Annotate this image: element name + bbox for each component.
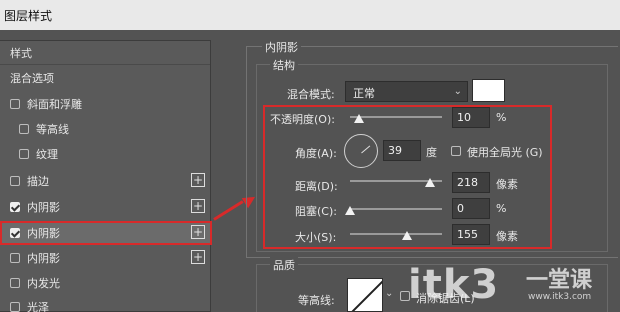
- chevron-down-icon[interactable]: ⌄: [385, 280, 396, 310]
- add-stroke-button[interactable]: +: [191, 173, 205, 187]
- choke-slider-thumb[interactable]: [345, 206, 355, 215]
- antialias-label: 消除锯齿(L): [416, 292, 475, 305]
- add-inner-shadow-1-button[interactable]: +: [191, 199, 205, 213]
- inner-shadow-title: 内阴影: [262, 39, 301, 55]
- chevron-down-icon: ⌄: [453, 86, 462, 97]
- size-slider-thumb[interactable]: [402, 231, 413, 240]
- checkbox-stroke[interactable]: [10, 176, 20, 186]
- angle-dial-icon[interactable]: [344, 134, 378, 168]
- blend-options-item[interactable]: 混合选项: [0, 66, 210, 90]
- distance-label: 距离(D):: [295, 180, 338, 193]
- angle-unit: 度: [426, 146, 437, 159]
- checkbox-inner-shadow-3[interactable]: [10, 253, 20, 263]
- choke-unit: %: [496, 202, 507, 215]
- opacity-slider-thumb[interactable]: [354, 114, 365, 123]
- contour-label: 等高线:: [298, 294, 335, 307]
- checkbox-inner-shadow-1[interactable]: [10, 202, 20, 212]
- style-item-stroke[interactable]: 描边 +: [0, 169, 210, 193]
- global-light-checkbox[interactable]: [451, 146, 461, 156]
- contour-preview[interactable]: [347, 278, 383, 312]
- blend-mode-select[interactable]: 正常 ⌄: [345, 81, 468, 102]
- add-inner-shadow-2-button[interactable]: +: [191, 225, 205, 239]
- highlight-arrow-shaft: [213, 200, 244, 221]
- angle-label: 角度(A):: [295, 147, 337, 160]
- checkbox-texture[interactable]: [19, 149, 29, 159]
- size-slider-track[interactable]: [350, 233, 442, 235]
- dialog-title-bar: 图层样式: [0, 0, 620, 30]
- style-item-inner-shadow-2[interactable]: 内阴影 +: [0, 221, 210, 245]
- checkbox-inner-shadow-2[interactable]: [10, 228, 20, 238]
- size-unit: 像素: [496, 230, 518, 243]
- checkbox-satin[interactable]: [10, 302, 20, 312]
- choke-slider-track[interactable]: [350, 208, 442, 210]
- style-item-contour[interactable]: 等高线: [0, 117, 210, 141]
- choke-label: 阻塞(C):: [295, 205, 337, 218]
- distance-unit: 像素: [496, 178, 518, 191]
- style-item-bevel-emboss[interactable]: 斜面和浮雕: [0, 92, 210, 116]
- quality-title: 品质: [270, 257, 298, 273]
- antialias-checkbox[interactable]: [400, 291, 410, 301]
- dialog-title: 图层样式: [4, 9, 53, 23]
- blend-mode-label: 混合模式:: [287, 88, 335, 101]
- style-item-inner-shadow-1[interactable]: 内阴影 +: [0, 195, 210, 219]
- style-item-inner-shadow-3[interactable]: 内阴影 +: [0, 246, 210, 270]
- checkbox-contour[interactable]: [19, 124, 29, 134]
- checkbox-inner-glow[interactable]: [10, 278, 20, 288]
- shadow-color-swatch[interactable]: [472, 79, 505, 102]
- size-label: 大小(S):: [295, 231, 337, 244]
- global-light-label: 使用全局光 (G): [467, 146, 543, 159]
- style-item-inner-glow[interactable]: 内发光: [0, 271, 210, 295]
- structure-title: 结构: [270, 57, 298, 73]
- distance-slider-thumb[interactable]: [425, 178, 436, 187]
- opacity-input[interactable]: 10: [452, 107, 490, 128]
- opacity-unit: %: [496, 111, 507, 124]
- style-item-texture[interactable]: 纹理: [0, 142, 210, 166]
- styles-header[interactable]: 样式: [0, 41, 210, 65]
- style-item-satin[interactable]: 光泽: [0, 295, 210, 312]
- checkbox-bevel-emboss[interactable]: [10, 99, 20, 109]
- choke-input[interactable]: 0: [452, 198, 490, 219]
- add-inner-shadow-3-button[interactable]: +: [191, 250, 205, 264]
- distance-input[interactable]: 218: [452, 172, 490, 193]
- angle-input[interactable]: 39: [383, 140, 421, 161]
- opacity-label: 不透明度(O):: [270, 113, 335, 126]
- size-input[interactable]: 155: [452, 224, 490, 245]
